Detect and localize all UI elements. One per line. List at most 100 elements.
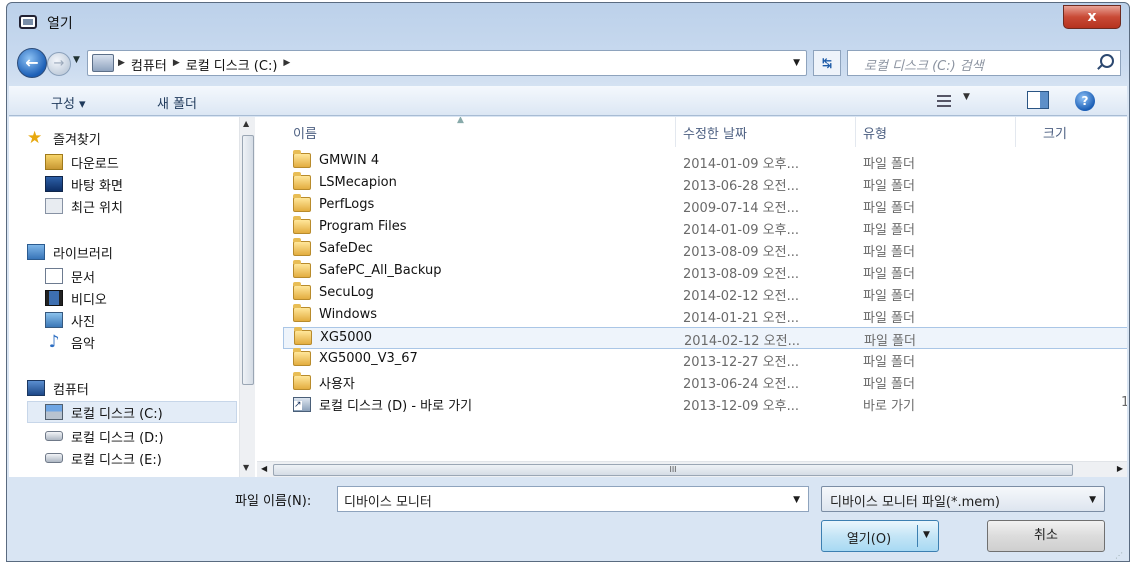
search-input[interactable]: 로컬 디스크 (C:) 검색 [864, 55, 984, 74]
folder-icon [293, 238, 311, 256]
file-row[interactable]: 사용자 2013-06-24 오전... 파일 폴더 [283, 371, 1127, 393]
open-options-icon[interactable]: ▼ [923, 530, 930, 540]
nav-libraries[interactable]: 라이브러리 [27, 241, 113, 263]
nav-computer[interactable]: 컴퓨터 [27, 377, 89, 399]
back-button[interactable]: ← [17, 48, 47, 78]
change-view-button[interactable]: ▼ [937, 92, 977, 110]
nav-drive-c[interactable]: 로컬 디스크 (C:) [27, 401, 237, 423]
resize-grip-icon[interactable]: ⋰ [1115, 551, 1123, 560]
address-bar[interactable]: ▶ 컴퓨터 ▶ 로컬 디스크 (C:) ▶ ▼ [87, 50, 807, 76]
scroll-down-icon[interactable]: ▼ [243, 463, 249, 472]
file-type: 파일 폴더 [863, 355, 915, 370]
chevron-down-icon[interactable]: ▼ [793, 495, 800, 505]
file-row[interactable]: LSMecapion 2013-06-28 오전... 파일 폴더 [283, 172, 1127, 195]
file-row[interactable]: XG5000 2014-02-12 오전... 파일 폴더 [283, 327, 1127, 349]
nav-documents[interactable]: 문서 [45, 265, 95, 287]
file-name: XG5000 [320, 330, 373, 345]
column-header-type[interactable]: 유형 [863, 123, 887, 142]
folder-icon [294, 327, 312, 345]
column-header-name[interactable]: 이름 [293, 123, 317, 142]
sort-arrow-icon: ▲ [457, 117, 464, 125]
file-row[interactable]: SafePC_All_Backup 2013-08-09 오전... 파일 폴더 [283, 260, 1127, 283]
file-row[interactable]: XG5000_V3_67 2013-12-27 오전... 파일 폴더 [283, 348, 1127, 371]
file-type: 파일 폴더 [863, 179, 915, 194]
column-divider[interactable] [855, 117, 856, 147]
file-row[interactable]: SafeDec 2013-08-09 오전... 파일 폴더 [283, 238, 1127, 261]
nav-music[interactable]: ♪ 음악 [45, 331, 95, 353]
scroll-left-icon[interactable]: ◀ [261, 464, 267, 473]
search-box[interactable]: 로컬 디스크 (C:) 검색 [847, 50, 1121, 76]
nav-label: 바탕 화면 [71, 178, 123, 194]
nav-videos[interactable]: 비디오 [45, 287, 107, 309]
column-header-date[interactable]: 수정한 날짜 [683, 123, 747, 142]
system-drive-icon [45, 404, 63, 420]
scrollbar-thumb[interactable]: III [273, 464, 1073, 476]
file-row[interactable]: Program Files 2014-01-09 오후... 파일 폴더 [283, 216, 1127, 239]
breadcrumb-separator-icon[interactable]: ▶ [283, 55, 290, 74]
search-icon[interactable] [1100, 54, 1114, 68]
nav-scrollbar[interactable]: ▲ ▼ [239, 117, 255, 477]
file-name-cell: SecuLog [293, 282, 374, 300]
nav-recent[interactable]: 최근 위치 [45, 195, 123, 217]
preview-pane-icon[interactable] [1027, 91, 1049, 109]
nav-drive-d[interactable]: 로컬 디스크 (D:) [45, 425, 164, 447]
nav-pictures[interactable]: 사진 [45, 309, 95, 331]
column-header-size[interactable]: 크기 [1043, 123, 1067, 142]
new-folder-button[interactable]: 새 폴더 [157, 93, 197, 112]
cancel-button[interactable]: 취소 [987, 520, 1105, 552]
split-divider [917, 525, 918, 547]
address-dropdown-icon[interactable]: ▼ [793, 58, 800, 68]
desktop-icon [45, 176, 63, 192]
scrollbar-thumb[interactable] [242, 135, 254, 385]
file-name: Windows [319, 307, 378, 322]
recent-places-icon [45, 198, 63, 214]
breadcrumb-separator-icon[interactable]: ▶ [118, 55, 125, 74]
close-button[interactable]: x [1063, 5, 1121, 29]
file-name-cell: SafePC_All_Backup [293, 260, 441, 278]
history-dropdown-icon[interactable]: ▼ [73, 55, 80, 65]
help-icon[interactable]: ? [1075, 91, 1095, 111]
nav-drive-e[interactable]: 로컬 디스크 (E:) [45, 447, 162, 469]
file-date: 2014-01-09 오후... [683, 223, 799, 238]
view-list-icon [937, 95, 951, 107]
breadcrumb-drive-c[interactable]: 로컬 디스크 (C:) [186, 55, 278, 74]
browser-content: ★ 즐겨찾기 다운로드 바탕 화면 최근 위치 라이브러리 문서 비디오 사진 … [9, 117, 1127, 477]
file-type: 파일 폴더 [863, 289, 915, 304]
chevron-down-icon[interactable]: ▼ [1089, 495, 1096, 505]
scroll-up-icon[interactable]: ▲ [243, 119, 249, 128]
file-name-cell: GMWIN 4 [293, 150, 379, 168]
file-row[interactable]: 로컬 디스크 (D) - 바로 가기 2013-12-09 오후... 바로 가기 1… [283, 393, 1127, 415]
filename-value[interactable]: 디바이스 모니터 [344, 495, 432, 510]
nav-label: 비디오 [71, 292, 107, 308]
breadcrumb-computer[interactable]: 컴퓨터 [131, 55, 167, 74]
file-date: 2013-12-09 오후... [683, 399, 799, 414]
nav-favorites[interactable]: ★ 즐겨찾기 [27, 127, 101, 149]
file-name-cell: XG5000 [294, 327, 373, 345]
window-title: 열기 [47, 16, 73, 32]
file-row[interactable]: SecuLog 2014-02-12 오전... 파일 폴더 [283, 282, 1127, 305]
command-bar: 구성 ▾ 새 폴더 ▼ ? [9, 86, 1127, 116]
filetype-select[interactable]: 디바이스 모니터 파일(*.mem) ▼ [821, 486, 1105, 512]
forward-button[interactable]: → [47, 52, 71, 76]
breadcrumb-separator-icon[interactable]: ▶ [173, 55, 180, 74]
column-divider[interactable] [1015, 117, 1016, 147]
column-divider[interactable] [675, 117, 676, 147]
open-button[interactable]: 열기(O) ▼ [821, 520, 939, 552]
nav-desktop[interactable]: 바탕 화면 [45, 173, 123, 195]
file-list: 이름 ▲ 수정한 날짜 유형 크기 GMWIN 4 2014-01-09 오후..… [257, 117, 1127, 477]
file-row[interactable]: PerfLogs 2009-07-14 오전... 파일 폴더 [283, 194, 1127, 217]
filename-field[interactable]: 디바이스 모니터 ▼ [337, 486, 809, 512]
filename-label: 파일 이름(N): [235, 494, 312, 509]
file-name: XG5000_V3_67 [319, 351, 418, 366]
file-type: 파일 폴더 [863, 377, 915, 392]
address-row: ← → ▼ ▶ 컴퓨터 ▶ 로컬 디스크 (C:) ▶ ▼ ↹ 로컬 디스크 (… [7, 46, 1129, 80]
horizontal-scrollbar[interactable]: ◀ III ▶ [257, 461, 1127, 477]
scroll-right-icon[interactable]: ▶ [1117, 464, 1123, 473]
refresh-button[interactable]: ↹ [813, 50, 841, 76]
organize-button[interactable]: 구성 ▾ [51, 93, 86, 112]
file-row[interactable]: GMWIN 4 2014-01-09 오후... 파일 폴더 [283, 150, 1127, 173]
music-note-icon: ♪ [48, 332, 60, 352]
nav-downloads[interactable]: 다운로드 [45, 151, 119, 173]
file-date: 2014-01-21 오전... [683, 311, 799, 326]
file-row[interactable]: Windows 2014-01-21 오전... 파일 폴더 [283, 304, 1127, 327]
